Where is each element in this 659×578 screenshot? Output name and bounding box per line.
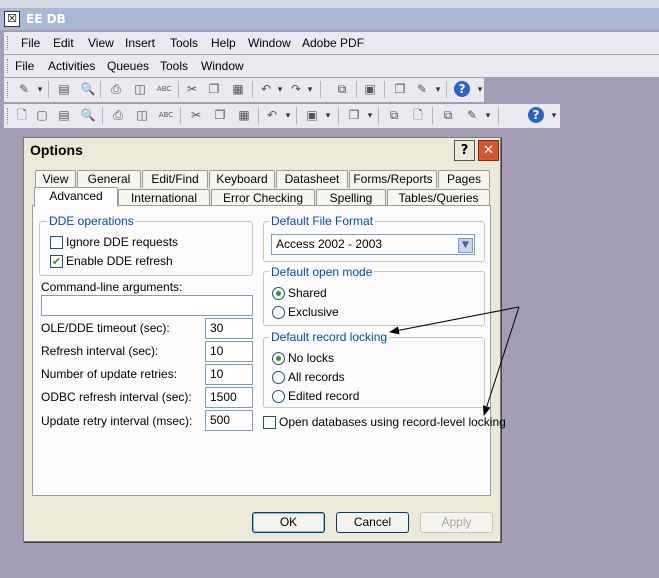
annotation-arrows xyxy=(389,306,520,416)
arrow-to-record-locking xyxy=(389,306,520,335)
arrow-to-record-level-locking xyxy=(482,306,520,416)
tab-advanced[interactable]: Advanced xyxy=(34,187,118,207)
